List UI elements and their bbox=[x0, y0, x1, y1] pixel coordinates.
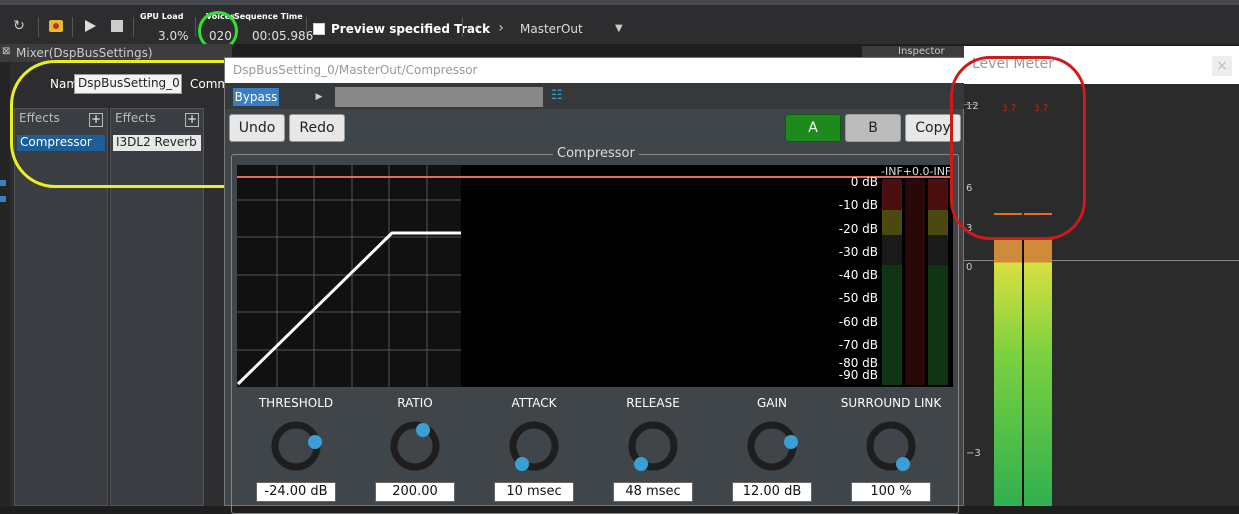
gain-label: GAIN bbox=[756, 396, 788, 410]
toolbar-divider bbox=[133, 17, 134, 37]
meter-bar-left bbox=[994, 237, 1022, 506]
surround-link-knob bbox=[896, 457, 910, 471]
sequence-time-label: Sequence Time bbox=[234, 12, 303, 21]
scale-minus-3: −3 bbox=[966, 448, 981, 459]
surround-link-value[interactable]: 100 % bbox=[851, 482, 931, 502]
db-tick: -20 dB bbox=[838, 221, 878, 236]
attack-label: ATTACK bbox=[511, 396, 557, 410]
gpu-load-label: GPU Load bbox=[140, 12, 184, 21]
ratio-value[interactable]: 200.00 bbox=[375, 482, 455, 502]
meter-divider bbox=[1022, 237, 1024, 506]
gutter-marker bbox=[0, 180, 6, 186]
db-tick: -50 dB bbox=[838, 291, 878, 306]
ratio-knob bbox=[416, 423, 430, 437]
release-label: RELEASE bbox=[626, 396, 680, 410]
transfer-curve-graph: -INF+0.0-INF 0 dB -10 dB -20 dB -30 dB -… bbox=[236, 165, 953, 387]
undo-button[interactable]: Undo bbox=[229, 114, 285, 142]
list-icon[interactable]: ☷ bbox=[551, 88, 563, 103]
play-icon[interactable] bbox=[79, 15, 101, 37]
meter-bar-right bbox=[1024, 237, 1052, 506]
toolbar-divider bbox=[306, 17, 307, 37]
refresh-icon[interactable]: ↻ bbox=[8, 15, 30, 37]
mixer-tab-title: Mixer(DspBusSettings) bbox=[16, 46, 153, 60]
stop-icon[interactable] bbox=[106, 15, 128, 37]
compressor-group-title: Compressor bbox=[553, 146, 639, 161]
toolbar-divider bbox=[72, 17, 73, 37]
db-tick: -90 dB bbox=[838, 368, 878, 383]
threshold-knob bbox=[308, 435, 322, 449]
compressor-window: DspBusSetting_0/MasterOut/Compressor Byp… bbox=[224, 57, 965, 514]
knob-row bbox=[271, 421, 916, 471]
track-select[interactable]: MasterOut bbox=[520, 22, 583, 36]
play-icon[interactable]: ▶ bbox=[310, 88, 328, 106]
gain-value[interactable]: 12.00 dB bbox=[732, 482, 812, 502]
gpu-load-value: 3.0% bbox=[158, 29, 189, 43]
scale-0: 0 bbox=[966, 262, 973, 273]
next-track-icon[interactable]: › bbox=[490, 17, 512, 39]
prev-track-icon[interactable]: ‹ bbox=[466, 17, 488, 39]
db-tick: -60 dB bbox=[838, 314, 878, 329]
sequence-time-value: 00:05.986 bbox=[252, 29, 314, 43]
bypass-button[interactable]: Bypass bbox=[233, 88, 279, 106]
preset-bar[interactable] bbox=[335, 87, 543, 107]
close-icon[interactable]: × bbox=[1212, 56, 1232, 76]
meter-readout: -INF+0.0-INF bbox=[881, 165, 952, 178]
db-tick: 0 dB bbox=[850, 175, 878, 189]
left-gutter bbox=[0, 62, 10, 506]
gain-knob bbox=[784, 435, 798, 449]
inspector-tab[interactable]: Inspector bbox=[862, 46, 964, 57]
main-toolbar: ↻ GPU Load 3.0% Voices Sequence Time 020… bbox=[0, 0, 1239, 51]
db-scale: 0 dB -10 dB -20 dB -30 dB -40 dB -50 dB … bbox=[823, 171, 878, 381]
threshold-label: THRESHOLD bbox=[258, 396, 334, 410]
toolbar-divider bbox=[462, 17, 463, 37]
release-knob bbox=[634, 457, 648, 471]
record-icon[interactable] bbox=[45, 15, 67, 37]
threshold-value[interactable]: -24.00 dB bbox=[256, 482, 336, 502]
attack-knob bbox=[515, 457, 529, 471]
toolbar-divider bbox=[38, 17, 39, 37]
db-tick: -30 dB bbox=[838, 244, 878, 259]
release-value[interactable]: 48 msec bbox=[613, 482, 693, 502]
level-meter-highlight-ring bbox=[950, 56, 1086, 240]
chevron-down-icon[interactable]: ▼ bbox=[615, 23, 623, 34]
preview-checkbox[interactable] bbox=[313, 23, 325, 35]
preset-a-button[interactable]: A bbox=[785, 114, 841, 142]
db-tick: -70 dB bbox=[838, 338, 878, 353]
db-tick: -40 dB bbox=[838, 268, 878, 283]
surround-link-label: SURROUND LINK bbox=[840, 396, 942, 410]
close-icon[interactable]: ⊠ bbox=[2, 46, 10, 57]
attack-value[interactable]: 10 msec bbox=[494, 482, 574, 502]
compressor-window-title: DspBusSetting_0/MasterOut/Compressor bbox=[225, 58, 965, 83]
gutter-marker bbox=[0, 196, 6, 202]
db-tick: -10 dB bbox=[838, 198, 878, 213]
toolbar-divider bbox=[195, 17, 196, 37]
ratio-label: RATIO bbox=[397, 396, 433, 410]
preset-b-button[interactable]: B bbox=[845, 114, 901, 142]
redo-button[interactable]: Redo bbox=[289, 114, 345, 142]
